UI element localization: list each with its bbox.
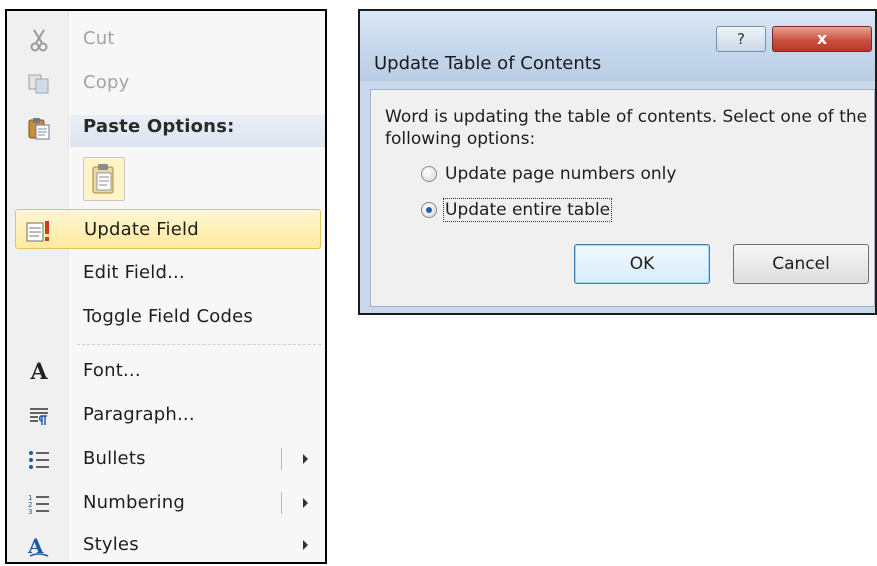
split-divider bbox=[281, 448, 282, 470]
ok-button[interactable]: OK bbox=[574, 244, 710, 284]
menu-item-update-field[interactable]: Update Field bbox=[15, 209, 321, 249]
menu-item-label: Paragraph... bbox=[83, 404, 195, 425]
context-menu: Cut Copy Paste Options: Update Field Edi… bbox=[5, 9, 327, 564]
radio-button[interactable] bbox=[421, 166, 437, 182]
dialog-title: Update Table of Contents bbox=[374, 53, 602, 74]
menu-item-styles[interactable]: A Styles bbox=[15, 525, 321, 562]
update-toc-dialog: Update Table of Contents ? x Word is upd… bbox=[358, 9, 877, 315]
menu-item-label: Numbering bbox=[83, 492, 185, 513]
menu-item-label: Styles bbox=[83, 534, 139, 555]
split-divider bbox=[281, 492, 282, 514]
scissors-icon bbox=[25, 27, 53, 53]
submenu-arrow-icon[interactable] bbox=[303, 498, 308, 508]
menu-item-bullets[interactable]: Bullets bbox=[15, 439, 321, 479]
menu-item-edit-field[interactable]: Edit Field... bbox=[15, 253, 321, 293]
option-entire-table[interactable]: Update entire table bbox=[421, 198, 613, 222]
menu-item-label: Copy bbox=[83, 72, 130, 93]
styles-icon: A bbox=[25, 533, 53, 559]
radio-label: Update entire table bbox=[442, 198, 613, 222]
dialog-titlebar[interactable]: Update Table of Contents ? x bbox=[360, 11, 875, 81]
help-button[interactable]: ? bbox=[716, 26, 766, 52]
menu-item-label: Paste Options: bbox=[83, 116, 235, 137]
submenu-arrow-icon[interactable] bbox=[303, 540, 308, 550]
menu-item-font[interactable]: A Font... bbox=[15, 351, 321, 391]
dialog-body: Word is updating the table of contents. … bbox=[370, 89, 875, 307]
close-button[interactable]: x bbox=[772, 26, 872, 52]
menu-item-toggle-field-codes[interactable]: Toggle Field Codes bbox=[15, 297, 321, 337]
menu-item-cut[interactable]: Cut bbox=[15, 19, 321, 59]
menu-item-copy[interactable]: Copy bbox=[15, 63, 321, 103]
menu-item-paste-options: Paste Options: bbox=[15, 107, 321, 147]
bullets-icon bbox=[25, 447, 53, 473]
keep-text-only-paste-icon[interactable] bbox=[83, 157, 125, 201]
submenu-arrow-icon[interactable] bbox=[303, 454, 308, 464]
font-icon: A bbox=[30, 359, 48, 385]
menu-item-label: Cut bbox=[83, 28, 115, 49]
numbering-icon: 1 2 3 bbox=[25, 491, 53, 517]
menu-item-label: Update Field bbox=[84, 219, 199, 240]
cancel-button[interactable]: Cancel bbox=[733, 244, 869, 284]
copy-icon bbox=[25, 71, 53, 97]
menu-item-label: Toggle Field Codes bbox=[83, 306, 253, 327]
radio-button-selected[interactable] bbox=[421, 202, 437, 218]
menu-item-label: Bullets bbox=[83, 448, 146, 469]
paste-icon bbox=[25, 115, 53, 141]
paragraph-icon bbox=[25, 403, 53, 429]
svg-text:3: 3 bbox=[28, 508, 32, 515]
menu-item-label: Font... bbox=[83, 360, 141, 381]
radio-label: Update page numbers only bbox=[445, 164, 677, 184]
option-page-numbers-only[interactable]: Update page numbers only bbox=[421, 162, 676, 186]
dialog-message: Word is updating the table of contents. … bbox=[385, 107, 868, 149]
menu-item-paragraph[interactable]: Paragraph... bbox=[15, 395, 321, 435]
menu-item-label: Edit Field... bbox=[83, 262, 185, 283]
menu-separator bbox=[77, 344, 321, 345]
update-field-icon bbox=[26, 218, 54, 244]
menu-item-numbering[interactable]: 1 2 3 Numbering bbox=[15, 483, 321, 523]
